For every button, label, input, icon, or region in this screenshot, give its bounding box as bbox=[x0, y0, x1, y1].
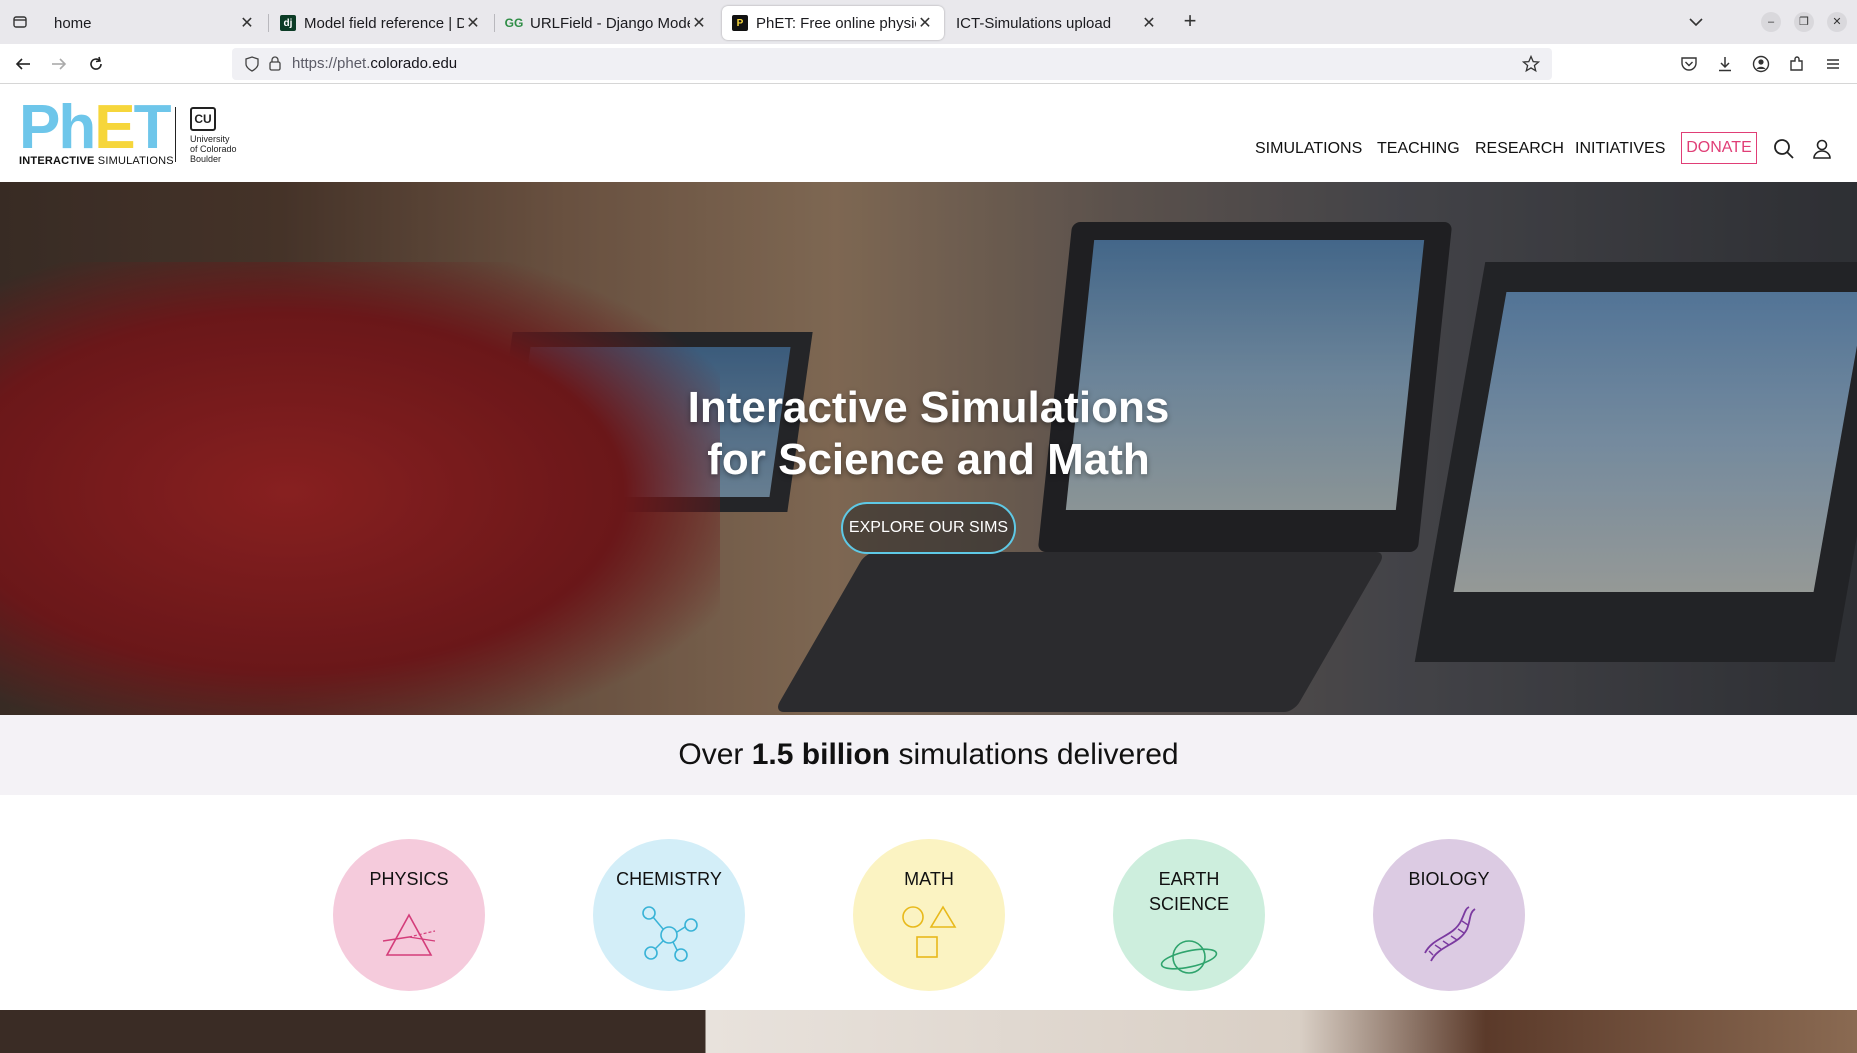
tab-ict-simulations[interactable]: ICT-Simulations upload ✕ bbox=[946, 6, 1168, 40]
close-tab-icon[interactable]: ✕ bbox=[1140, 13, 1158, 33]
category-label: EARTH SCIENCE bbox=[1113, 867, 1265, 917]
hero-title-line: Interactive Simulations bbox=[687, 383, 1170, 432]
cu-line: University bbox=[190, 134, 230, 144]
nav-teaching[interactable]: TEACHING bbox=[1377, 140, 1460, 158]
tab-django-model-field-reference[interactable]: dj Model field reference | Django ✕ bbox=[270, 6, 492, 40]
url-text: https://phet.colorado.edu bbox=[292, 55, 457, 72]
downloads-icon[interactable] bbox=[1713, 52, 1737, 76]
url-prefix: https://phet. bbox=[292, 55, 371, 72]
hero-title-line: for Science and Math bbox=[707, 435, 1150, 484]
restore-window-button[interactable]: ❐ bbox=[1794, 12, 1814, 32]
url-host: colorado.edu bbox=[370, 55, 458, 72]
close-tab-icon[interactable]: ✕ bbox=[238, 13, 256, 33]
account-icon[interactable] bbox=[1749, 52, 1773, 76]
shapes-icon bbox=[902, 905, 957, 958]
web-page: PhET INTERACTIVE SIMULATIONS CU Universi… bbox=[0, 85, 1857, 1053]
stats-highlight: 1.5 billion bbox=[751, 738, 891, 771]
list-all-tabs-chevron-icon[interactable] bbox=[1686, 12, 1706, 37]
stats-banner: Over 1.5 billion simulations delivered bbox=[0, 715, 1857, 795]
tab-title: PhET: Free online physics bbox=[756, 14, 916, 32]
tab-title: ICT-Simulations upload bbox=[956, 14, 1112, 32]
stats-prefix: Over bbox=[678, 738, 752, 771]
phet-wordmark: PhET bbox=[19, 93, 171, 162]
new-tab-button[interactable]: + bbox=[1178, 10, 1202, 34]
tab-title: home bbox=[54, 14, 92, 32]
cu-emblem-icon: CU bbox=[190, 107, 216, 131]
close-tab-icon[interactable]: ✕ bbox=[916, 13, 934, 33]
dna-icon bbox=[1424, 906, 1476, 962]
back-arrow-icon[interactable] bbox=[11, 52, 35, 76]
planet-icon bbox=[1160, 940, 1218, 974]
cu-line: Boulder bbox=[190, 154, 222, 164]
bookmark-star-icon[interactable] bbox=[1521, 54, 1541, 78]
django-favicon-icon: dj bbox=[280, 15, 296, 31]
category-earth-science[interactable]: EARTH SCIENCE bbox=[1113, 839, 1265, 991]
cu-boulder-logo[interactable]: CU University of Colorado Boulder bbox=[190, 107, 237, 164]
minimize-window-button[interactable]: – bbox=[1761, 12, 1781, 32]
address-bar[interactable]: https://phet.colorado.edu bbox=[232, 48, 1552, 80]
category-physics[interactable]: PHYSICS bbox=[333, 839, 485, 991]
lock-icon[interactable] bbox=[268, 55, 282, 76]
close-window-button[interactable]: ✕ bbox=[1827, 12, 1847, 32]
molecule-icon bbox=[642, 906, 698, 962]
logo-subtitle: INTERACTIVE SIMULATIONS bbox=[19, 155, 174, 167]
user-account-icon[interactable] bbox=[1810, 137, 1834, 161]
reload-icon[interactable] bbox=[84, 52, 108, 76]
explore-sims-button[interactable]: EXPLORE OUR SIMS bbox=[841, 502, 1016, 554]
category-label-line: EARTH bbox=[1158, 869, 1220, 889]
browser-tab-bar: home ✕ dj Model field reference | Django… bbox=[0, 0, 1857, 44]
prism-icon bbox=[382, 913, 436, 956]
extensions-icon[interactable] bbox=[1785, 52, 1809, 76]
hero-title: Interactive Simulations for Science and … bbox=[0, 382, 1857, 486]
phet-logo[interactable]: PhET INTERACTIVE SIMULATIONS bbox=[19, 93, 174, 168]
nav-research[interactable]: RESEARCH bbox=[1475, 140, 1564, 158]
stats-suffix: simulations delivered bbox=[890, 738, 1179, 771]
forward-arrow-icon[interactable] bbox=[47, 52, 71, 76]
nav-simulations[interactable]: SIMULATIONS bbox=[1255, 140, 1362, 158]
tab-urlfield[interactable]: GG URLField - Django Models ✕ bbox=[496, 6, 718, 40]
category-label-line: SCIENCE bbox=[1148, 894, 1229, 914]
tab-separator bbox=[494, 14, 495, 32]
tab-title: URLField - Django Models bbox=[530, 14, 690, 32]
search-icon[interactable] bbox=[1772, 137, 1796, 161]
close-tab-icon[interactable]: ✕ bbox=[690, 13, 708, 33]
nav-initiatives[interactable]: INITIATIVES bbox=[1575, 140, 1665, 158]
category-biology[interactable]: BIOLOGY bbox=[1373, 839, 1525, 991]
next-section-image-strip bbox=[0, 1010, 1857, 1053]
phet-favicon-icon: P bbox=[732, 15, 748, 31]
close-tab-icon[interactable]: ✕ bbox=[464, 13, 482, 33]
category-label: PHYSICS bbox=[369, 869, 449, 889]
category-chemistry[interactable]: CHEMISTRY bbox=[593, 839, 745, 991]
site-header: PhET INTERACTIVE SIMULATIONS CU Universi… bbox=[0, 85, 1857, 182]
tab-phet[interactable]: P PhET: Free online physics ✕ bbox=[722, 6, 944, 40]
category-label: MATH bbox=[904, 869, 954, 889]
tab-list-icon[interactable] bbox=[8, 10, 32, 34]
tab-home[interactable]: home ✕ bbox=[44, 6, 266, 40]
geeksforgeeks-favicon-icon: GG bbox=[504, 16, 524, 30]
category-label: BIOLOGY bbox=[1408, 869, 1490, 889]
hero-banner: Interactive Simulations for Science and … bbox=[0, 182, 1857, 715]
hamburger-menu-icon[interactable] bbox=[1821, 52, 1845, 76]
cu-line: of Colorado bbox=[190, 144, 237, 154]
tab-separator bbox=[268, 14, 269, 32]
pocket-icon[interactable] bbox=[1677, 52, 1701, 76]
category-math[interactable]: MATH bbox=[853, 839, 1005, 991]
donate-button[interactable]: DONATE bbox=[1681, 132, 1757, 164]
browser-nav-bar: https://phet.colorado.edu bbox=[0, 44, 1857, 84]
subject-categories: PHYSICS CHEMISTRY MATH EARTH SCIENCE BIO… bbox=[0, 795, 1857, 1010]
category-label: CHEMISTRY bbox=[616, 869, 722, 889]
tracking-protection-shield-icon[interactable] bbox=[244, 56, 260, 77]
logo-divider bbox=[175, 107, 176, 162]
tab-title: Model field reference | Django bbox=[304, 14, 464, 32]
